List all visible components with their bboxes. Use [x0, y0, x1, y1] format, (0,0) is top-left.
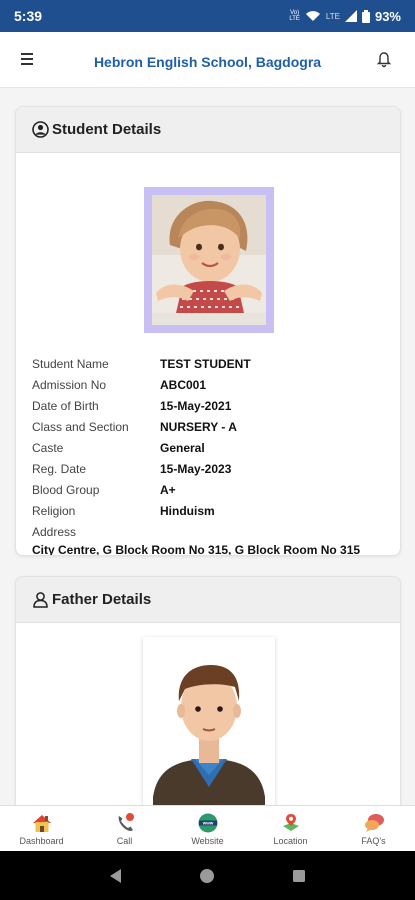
- detail-row: Admission No ABC001: [32, 374, 392, 395]
- bottom-navigation: Dashboard Call www Website Location FAQ'…: [0, 805, 415, 851]
- recents-icon[interactable]: [290, 867, 308, 885]
- detail-row: Reg. Date 15-May-2023: [32, 458, 392, 479]
- back-icon[interactable]: [107, 867, 125, 885]
- student-card-title: Student Details: [52, 121, 162, 138]
- phone-icon: [118, 812, 134, 831]
- address-value: City Centre, G Block Room No 315, G Bloc…: [32, 543, 361, 556]
- nav-faqs[interactable]: FAQ's: [332, 806, 415, 851]
- nav-website[interactable]: www Website: [166, 806, 249, 851]
- nav-location[interactable]: Location: [249, 806, 332, 851]
- detail-value: Hinduism: [160, 503, 215, 518]
- main-content[interactable]: Student Details Student Name TEST STUDEN…: [0, 88, 415, 805]
- detail-row: Student Name TEST STUDENT: [32, 353, 392, 374]
- detail-value: NURSERY - A: [160, 419, 237, 434]
- app-title: Hebron English School, Bagdogra: [56, 42, 359, 82]
- detail-value: A+: [160, 482, 176, 497]
- wifi-icon: [305, 11, 320, 21]
- battery-percent: 93%: [374, 8, 401, 24]
- detail-label: Blood Group: [32, 482, 100, 497]
- volte-indicator: Vo) LTE: [289, 10, 300, 22]
- father-photo: [143, 637, 275, 805]
- address-row: Address: [32, 521, 392, 542]
- detail-value: General: [160, 440, 205, 455]
- detail-label: Student Name: [32, 356, 109, 371]
- nav-label: Dashboard: [19, 835, 64, 846]
- father-card-header: Father Details: [16, 577, 400, 623]
- student-details-list: Student Name TEST STUDENT Admission No A…: [32, 353, 392, 556]
- detail-label: Reg. Date: [32, 461, 87, 476]
- nav-call[interactable]: Call: [83, 806, 166, 851]
- nav-label: Call: [116, 835, 133, 846]
- user-circle-icon: [32, 121, 49, 138]
- home-icon: [32, 814, 51, 832]
- detail-label: Admission No: [32, 377, 107, 392]
- system-navigation-bar: [0, 851, 415, 900]
- svg-text:www: www: [201, 820, 213, 825]
- detail-label: Date of Birth: [32, 398, 99, 413]
- app-bar: Hebron English School, Bagdogra: [0, 32, 415, 88]
- nav-label: Website: [191, 835, 224, 846]
- detail-label: Religion: [32, 503, 76, 518]
- detail-row: Religion Hinduism: [32, 500, 392, 521]
- lte-label: LTE: [325, 11, 340, 21]
- father-details-card: Father Details: [15, 576, 401, 805]
- detail-value: TEST STUDENT: [160, 356, 251, 371]
- nav-label: FAQ's: [361, 835, 386, 846]
- detail-label: Class and Section: [32, 419, 129, 434]
- status-icons: Vo) LTE LTE 93%: [289, 9, 401, 24]
- father-card-title: Father Details: [52, 591, 152, 608]
- bell-icon[interactable]: [372, 48, 396, 72]
- chat-bubble-icon: [364, 813, 384, 832]
- globe-icon: www: [198, 813, 217, 832]
- detail-label: Caste: [32, 440, 64, 455]
- map-pin-icon: [282, 813, 299, 831]
- battery-icon: [361, 9, 370, 23]
- status-time: 5:39: [14, 8, 43, 24]
- student-photo: [144, 187, 274, 333]
- nav-label: Location: [273, 835, 308, 846]
- user-outline-icon: [33, 592, 48, 608]
- detail-value: 15-May-2021: [160, 398, 232, 413]
- home-circle-icon[interactable]: [198, 867, 216, 885]
- student-card-header: Student Details: [16, 107, 400, 153]
- hamburger-menu-icon[interactable]: [18, 50, 36, 68]
- status-bar: 5:39 Vo) LTE LTE 93%: [0, 0, 415, 32]
- detail-value: ABC001: [160, 377, 207, 392]
- address-label: Address: [32, 524, 77, 539]
- nav-dashboard[interactable]: Dashboard: [0, 806, 83, 851]
- detail-row: Class and Section NURSERY - A: [32, 416, 392, 437]
- detail-value: 15-May-2023: [160, 461, 232, 476]
- detail-row: Date of Birth 15-May-2021: [32, 395, 392, 416]
- detail-row: Caste General: [32, 437, 392, 458]
- cell-signal-icon: [344, 10, 357, 22]
- student-details-card: Student Details Student Name TEST STUDEN…: [15, 106, 401, 556]
- detail-row: Blood Group A+: [32, 479, 392, 500]
